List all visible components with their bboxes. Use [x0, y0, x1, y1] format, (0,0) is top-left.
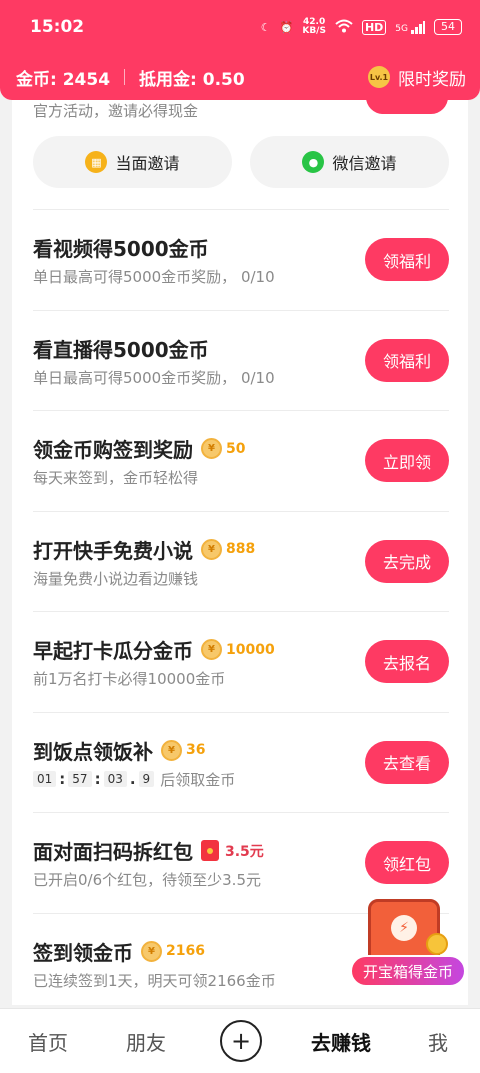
status-time: 15:02 [30, 17, 85, 37]
task-reward: 3.5元 [201, 840, 264, 861]
nav-friends[interactable]: 朋友 [96, 1027, 196, 1056]
red-packet-icon [201, 840, 219, 861]
face-invite-label: 当面邀请 [115, 154, 180, 173]
add-button[interactable]: + [220, 1020, 262, 1062]
moon-icon: ☾ [260, 20, 271, 34]
nav-home[interactable]: 首页 [0, 1027, 96, 1056]
bottom-nav: 首页 朋友 + 去赚钱 我 [0, 1008, 480, 1073]
task-title: 签到领金币 [33, 940, 133, 965]
task-title: 面对面扫码拆红包 [33, 840, 193, 864]
level-badge-icon: Lv.1 [368, 66, 390, 88]
task-title: 领金币购签到奖励 [33, 438, 193, 462]
status-icons: ☾ ⏰ 42.0 KB/S HD 5G 54 [261, 18, 462, 36]
countdown-subtitle: 01: 57: 03. 9 后领取金币 [33, 769, 235, 790]
task-subtitle: 海量免费小说边看边赚钱 [33, 569, 199, 588]
task-row: 早起打卡瓜分金币 ¥10000 前1万名打卡必得10000金币 去报名 [33, 611, 449, 712]
task-row: 打开快手免费小说 ¥888 海量免费小说边看边赚钱 去完成 [33, 510, 449, 612]
task-title: 看视频得5000金币 [33, 237, 209, 261]
task-reward: ¥50 [201, 438, 245, 459]
task-subtitle: 前1万名打卡必得10000金币 [33, 670, 226, 688]
task-title: 看直播得5000金币 [33, 337, 209, 362]
task-subtitle: 已开启0/6个红包，待领至少3.5元 [33, 871, 261, 889]
task-list: 看视频得5000金币 单日最高可得5000金币奖励， 0/10 领福利 看直播得… [33, 209, 449, 1005]
coin-icon: ¥ [201, 639, 222, 660]
wechat-invite-label: 微信邀请 [332, 154, 397, 173]
task-reward: ¥10000 [201, 639, 275, 660]
task-row: 领金币购签到奖励 ¥50 每天来签到，金币轻松得 立即领 [33, 410, 449, 511]
countdown-tenths: 9 [138, 771, 155, 787]
lightning-icon: ⚡ [391, 915, 417, 941]
task-title: 早起打卡瓜分金币 [33, 639, 193, 663]
countdown-hours: 01 [33, 771, 57, 787]
complete-button[interactable]: 去完成 [365, 539, 449, 583]
coin-icon: ¥ [201, 438, 222, 459]
coin-icon: ¥ [141, 940, 162, 962]
countdown-suffix: 后领取金币 [160, 770, 236, 789]
task-row: 到饭点领饭补 ¥36 01: 57: 03. 9 后领取金币 去查看 [33, 711, 449, 813]
task-reward: ¥36 [161, 739, 205, 761]
coin-header: 金币: 2454 抵用金: 0.50 Lv.1 限时奖励 [0, 54, 480, 100]
task-reward: ¥2166 [141, 940, 205, 962]
header-divider [124, 69, 126, 85]
task-title: 到饭点领饭补 [33, 739, 153, 764]
status-bar: 15:02 ☾ ⏰ 42.0 KB/S HD 5G 54 [0, 0, 480, 54]
invite-row: ▦ 当面邀请 ● 微信邀请 [33, 136, 449, 188]
red-packet-button[interactable]: 领红包 [365, 841, 449, 884]
view-button[interactable]: 去查看 [365, 740, 449, 784]
treasure-chest-button[interactable]: ⚡ 开宝箱得金币 [350, 893, 466, 995]
face-invite-button[interactable]: ▦ 当面邀请 [33, 136, 232, 188]
network-speed: 42.0 KB/S [302, 17, 326, 36]
task-subtitle: 已连续签到1天，明天可领2166金币 [33, 971, 276, 990]
task-card: 官方活动，邀请必得现金 ▦ 当面邀请 ● 微信邀请 看视频得5000金币 单日最… [12, 90, 468, 1005]
task-row: 看直播得5000金币 单日最高可得5000金币奖励， 0/10 领福利 [33, 309, 449, 411]
task-subtitle: 单日最高可得5000金币奖励， 0/10 [33, 368, 275, 387]
coin-balance[interactable]: 金币: 2454 [16, 65, 110, 90]
nav-me[interactable]: 我 [396, 1027, 480, 1056]
claim-button[interactable]: 领福利 [365, 238, 449, 281]
coin-icon: ¥ [161, 739, 182, 761]
countdown-minutes: 57 [68, 771, 92, 787]
wechat-invite-button[interactable]: ● 微信邀请 [250, 136, 449, 188]
task-subtitle: 每天来签到，金币轻松得 [33, 469, 199, 487]
signup-button[interactable]: 去报名 [365, 640, 449, 683]
claim-button[interactable]: 领福利 [365, 338, 449, 382]
claim-button[interactable]: 立即领 [365, 439, 449, 482]
battery-indicator: 54 [434, 19, 462, 35]
limited-reward-button[interactable]: 限时奖励 [398, 65, 466, 90]
task-reward: ¥888 [201, 538, 255, 560]
alarm-icon: ⏰ [279, 20, 294, 34]
wifi-icon [335, 19, 353, 36]
task-subtitle: 单日最高可得5000金币奖励， 0/10 [33, 268, 275, 286]
task-title: 打开快手免费小说 [33, 538, 193, 563]
signal-icon: 5G [395, 20, 425, 34]
coin-icon: ¥ [201, 538, 222, 560]
task-row: 看视频得5000金币 单日最高可得5000金币奖励， 0/10 领福利 [33, 209, 449, 310]
invite-description: 官方活动，邀请必得现金 [33, 102, 199, 120]
hd-icon: HD [361, 19, 387, 35]
nav-earn[interactable]: 去赚钱 [286, 1027, 396, 1056]
deduct-balance[interactable]: 抵用金: 0.50 [139, 65, 245, 90]
wechat-icon: ● [302, 151, 325, 173]
qrcode-icon: ▦ [85, 151, 108, 173]
treasure-chest-label: 开宝箱得金币 [350, 955, 466, 987]
gold-coins-icon [426, 933, 448, 955]
countdown-seconds: 03 [103, 771, 127, 787]
